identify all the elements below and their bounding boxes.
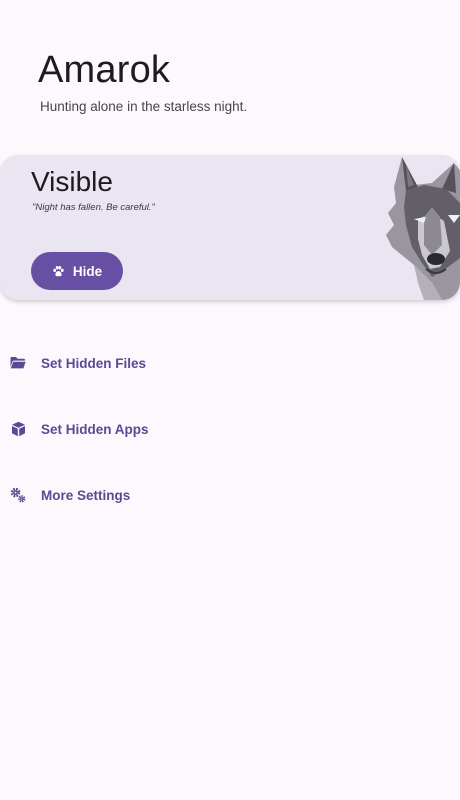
menu-item-label: More Settings <box>41 487 131 503</box>
status-card: Visible "Night has fallen. Be careful." … <box>0 155 460 300</box>
paw-icon <box>52 265 65 278</box>
folder-icon <box>10 355 26 371</box>
gears-icon <box>10 487 26 503</box>
menu-item-label: Set Hidden Files <box>41 355 147 371</box>
status-quote: "Night has fallen. Be careful." <box>32 202 155 213</box>
wolf-illustration <box>386 157 460 300</box>
app-title: Amarok <box>38 49 171 91</box>
menu-item-set-hidden-apps[interactable]: Set Hidden Apps <box>0 409 300 449</box>
cube-icon <box>10 421 26 437</box>
menu-item-label: Set Hidden Apps <box>41 421 149 437</box>
status-title: Visible <box>31 166 113 197</box>
app-header: Amarok Hunting alone in the starless nig… <box>38 48 247 114</box>
menu-item-set-hidden-files[interactable]: Set Hidden Files <box>0 343 300 383</box>
hide-button-label: Hide <box>72 263 103 279</box>
menu-item-more-settings[interactable]: More Settings <box>0 475 300 515</box>
hide-button[interactable]: Hide <box>31 252 123 290</box>
app-subtitle: Hunting alone in the starless night. <box>40 99 248 114</box>
